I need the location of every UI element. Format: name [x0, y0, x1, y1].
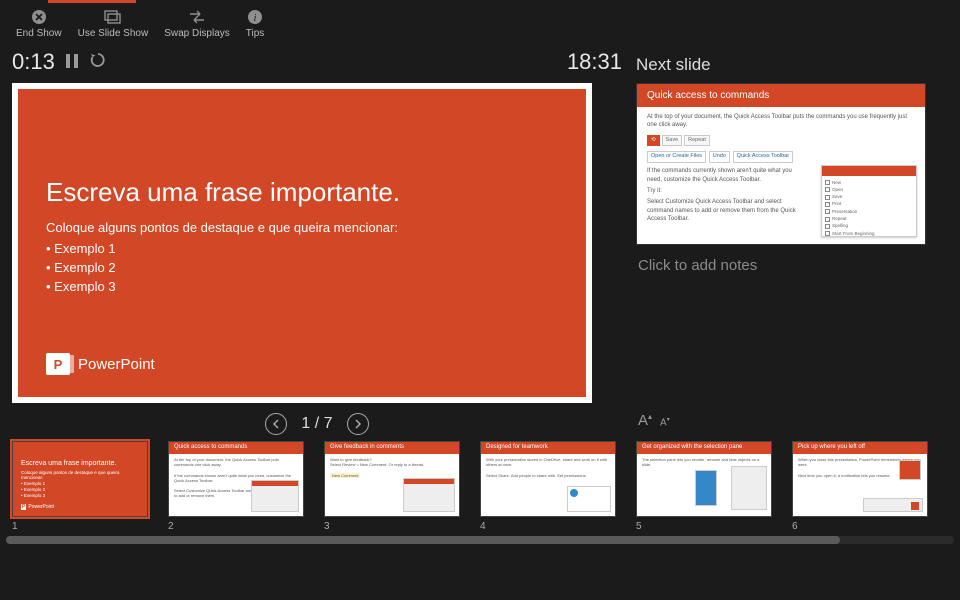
presenter-toolbar: End Show Use Slide Show Swap Displays i …: [0, 0, 960, 45]
mini-link: Open or Create Files: [647, 151, 706, 163]
current-slide[interactable]: Escreva uma frase importante. Coloque al…: [12, 83, 592, 403]
next-slide-preview[interactable]: Quick access to commands At the top of y…: [636, 83, 926, 245]
tips-label: Tips: [246, 28, 265, 39]
mini-tab: Repeat: [684, 135, 710, 147]
next-body-line: At the top of your document, the Quick A…: [647, 113, 915, 130]
thumb-title: Designed for teamwork: [481, 442, 615, 454]
next-slide-label: Next slide: [636, 45, 936, 83]
end-show-button[interactable]: End Show: [8, 6, 70, 41]
thumbnail-slide-4[interactable]: Designed for teamwork With your presenta…: [480, 441, 616, 517]
prev-slide-button[interactable]: [265, 413, 287, 435]
use-slide-show-button[interactable]: Use Slide Show: [70, 6, 157, 41]
current-slide-panel: 0:13 18:31 Escreva uma frase importante.…: [12, 45, 622, 435]
use-slide-show-label: Use Slide Show: [78, 28, 149, 39]
mini-link: Quick Access Toolbar: [733, 151, 793, 163]
thumb-title: Quick access to commands: [169, 442, 303, 454]
thumb-title: Get organized with the selection pane: [637, 442, 771, 454]
thumb-number: 6: [792, 521, 928, 532]
swap-icon: [188, 8, 206, 26]
accent-strip: [48, 0, 136, 3]
mini-link-row: Open or Create Files Undo Quick Access T…: [647, 151, 915, 163]
thumbnail-slide-5[interactable]: Get organized with the selection pane Th…: [636, 441, 772, 517]
notes-font-controls: A▴ A▾: [636, 410, 936, 435]
thumbnail-wrap: Pick up where you left off When you clos…: [792, 441, 928, 532]
next-slide-button[interactable]: [347, 413, 369, 435]
slide-nav: 1 / 7: [12, 413, 622, 435]
thumb-number: 1: [12, 521, 148, 532]
mini-link: Undo: [709, 151, 730, 163]
mini-customize-panel: New Open Save Print Presentation Repeat …: [821, 165, 917, 237]
thumbnail-slide-2[interactable]: Quick access to commands At the top of y…: [168, 441, 304, 517]
scrollbar-thumb[interactable]: [6, 536, 840, 544]
thumb-number: 4: [480, 521, 616, 532]
next-slide-title: Quick access to commands: [637, 84, 925, 107]
swap-displays-label: Swap Displays: [164, 28, 230, 39]
thumbnail-wrap: Designed for teamwork With your presenta…: [480, 441, 616, 532]
restart-timer-button[interactable]: [89, 49, 107, 75]
thumb-title: Give feedback in comments: [325, 442, 459, 454]
thumbnail-wrap: Quick access to commands At the top of y…: [168, 441, 304, 532]
pause-button[interactable]: [65, 49, 79, 75]
decrease-font-button[interactable]: A▾: [660, 416, 670, 428]
svg-text:i: i: [254, 13, 257, 24]
bullet-item: • Exemplo 3: [46, 279, 558, 294]
powerpoint-icon: P: [46, 353, 70, 375]
swap-displays-button[interactable]: Swap Displays: [156, 6, 238, 41]
notes-panel: Next slide Quick access to commands At t…: [636, 45, 936, 435]
slideshow-icon: [104, 8, 122, 26]
timer-row: 0:13 18:31: [12, 45, 622, 83]
powerpoint-text: PowerPoint: [78, 356, 155, 373]
notes-input[interactable]: Click to add notes: [636, 245, 936, 410]
increase-font-button[interactable]: A▴: [638, 412, 652, 429]
next-body-line: Select Customize Quick Access Toolbar an…: [647, 198, 797, 223]
thumb-number: 5: [636, 521, 772, 532]
info-icon: i: [246, 8, 264, 26]
slide-subtitle: Coloque alguns pontos de destaque e que …: [46, 220, 558, 235]
thumbnail-wrap: Give feedback in comments Want to give f…: [324, 441, 460, 532]
main-area: 0:13 18:31 Escreva uma frase importante.…: [0, 45, 960, 435]
thumbnail-scrollbar[interactable]: [6, 536, 954, 544]
mini-tab: ⟲: [647, 135, 660, 147]
elapsed-timer: 0:13: [12, 49, 55, 75]
thumb-title: Pick up where you left off: [793, 442, 927, 454]
bullet-item: • Exemplo 2: [46, 260, 558, 275]
thumb-title: Escreva uma frase importante.: [21, 460, 139, 467]
slide-title: Escreva uma frase importante.: [46, 177, 558, 208]
thumbnail-slide-3[interactable]: Give feedback in comments Want to give f…: [324, 441, 460, 517]
end-show-label: End Show: [16, 28, 62, 39]
thumbnail-slide-1[interactable]: Escreva uma frase importante. Coloque al…: [12, 441, 148, 517]
thumbnail-slide-6[interactable]: Pick up where you left off When you clos…: [792, 441, 928, 517]
thumbnail-strip: Escreva uma frase importante. Coloque al…: [0, 435, 960, 534]
close-circle-icon: [30, 8, 48, 26]
thumbnail-wrap: Escreva uma frase importante. Coloque al…: [12, 441, 148, 532]
wall-clock: 18:31: [567, 49, 622, 75]
slide-bullets: • Exemplo 1 • Exemplo 2 • Exemplo 3: [46, 241, 558, 294]
thumb-number: 3: [324, 521, 460, 532]
next-body-line: If the commands currently shown aren't q…: [647, 167, 797, 184]
powerpoint-branding: P PowerPoint: [46, 353, 155, 375]
thumbnail-wrap: Get organized with the selection pane Th…: [636, 441, 772, 532]
slide-counter: 1 / 7: [301, 415, 332, 433]
next-slide-body: At the top of your document, the Quick A…: [637, 107, 925, 230]
mini-tab: Save: [662, 135, 683, 147]
tips-button[interactable]: i Tips: [238, 6, 273, 41]
mini-qat-tabs: ⟲ Save Repeat: [647, 135, 915, 147]
thumb-number: 2: [168, 521, 304, 532]
bullet-item: • Exemplo 1: [46, 241, 558, 256]
